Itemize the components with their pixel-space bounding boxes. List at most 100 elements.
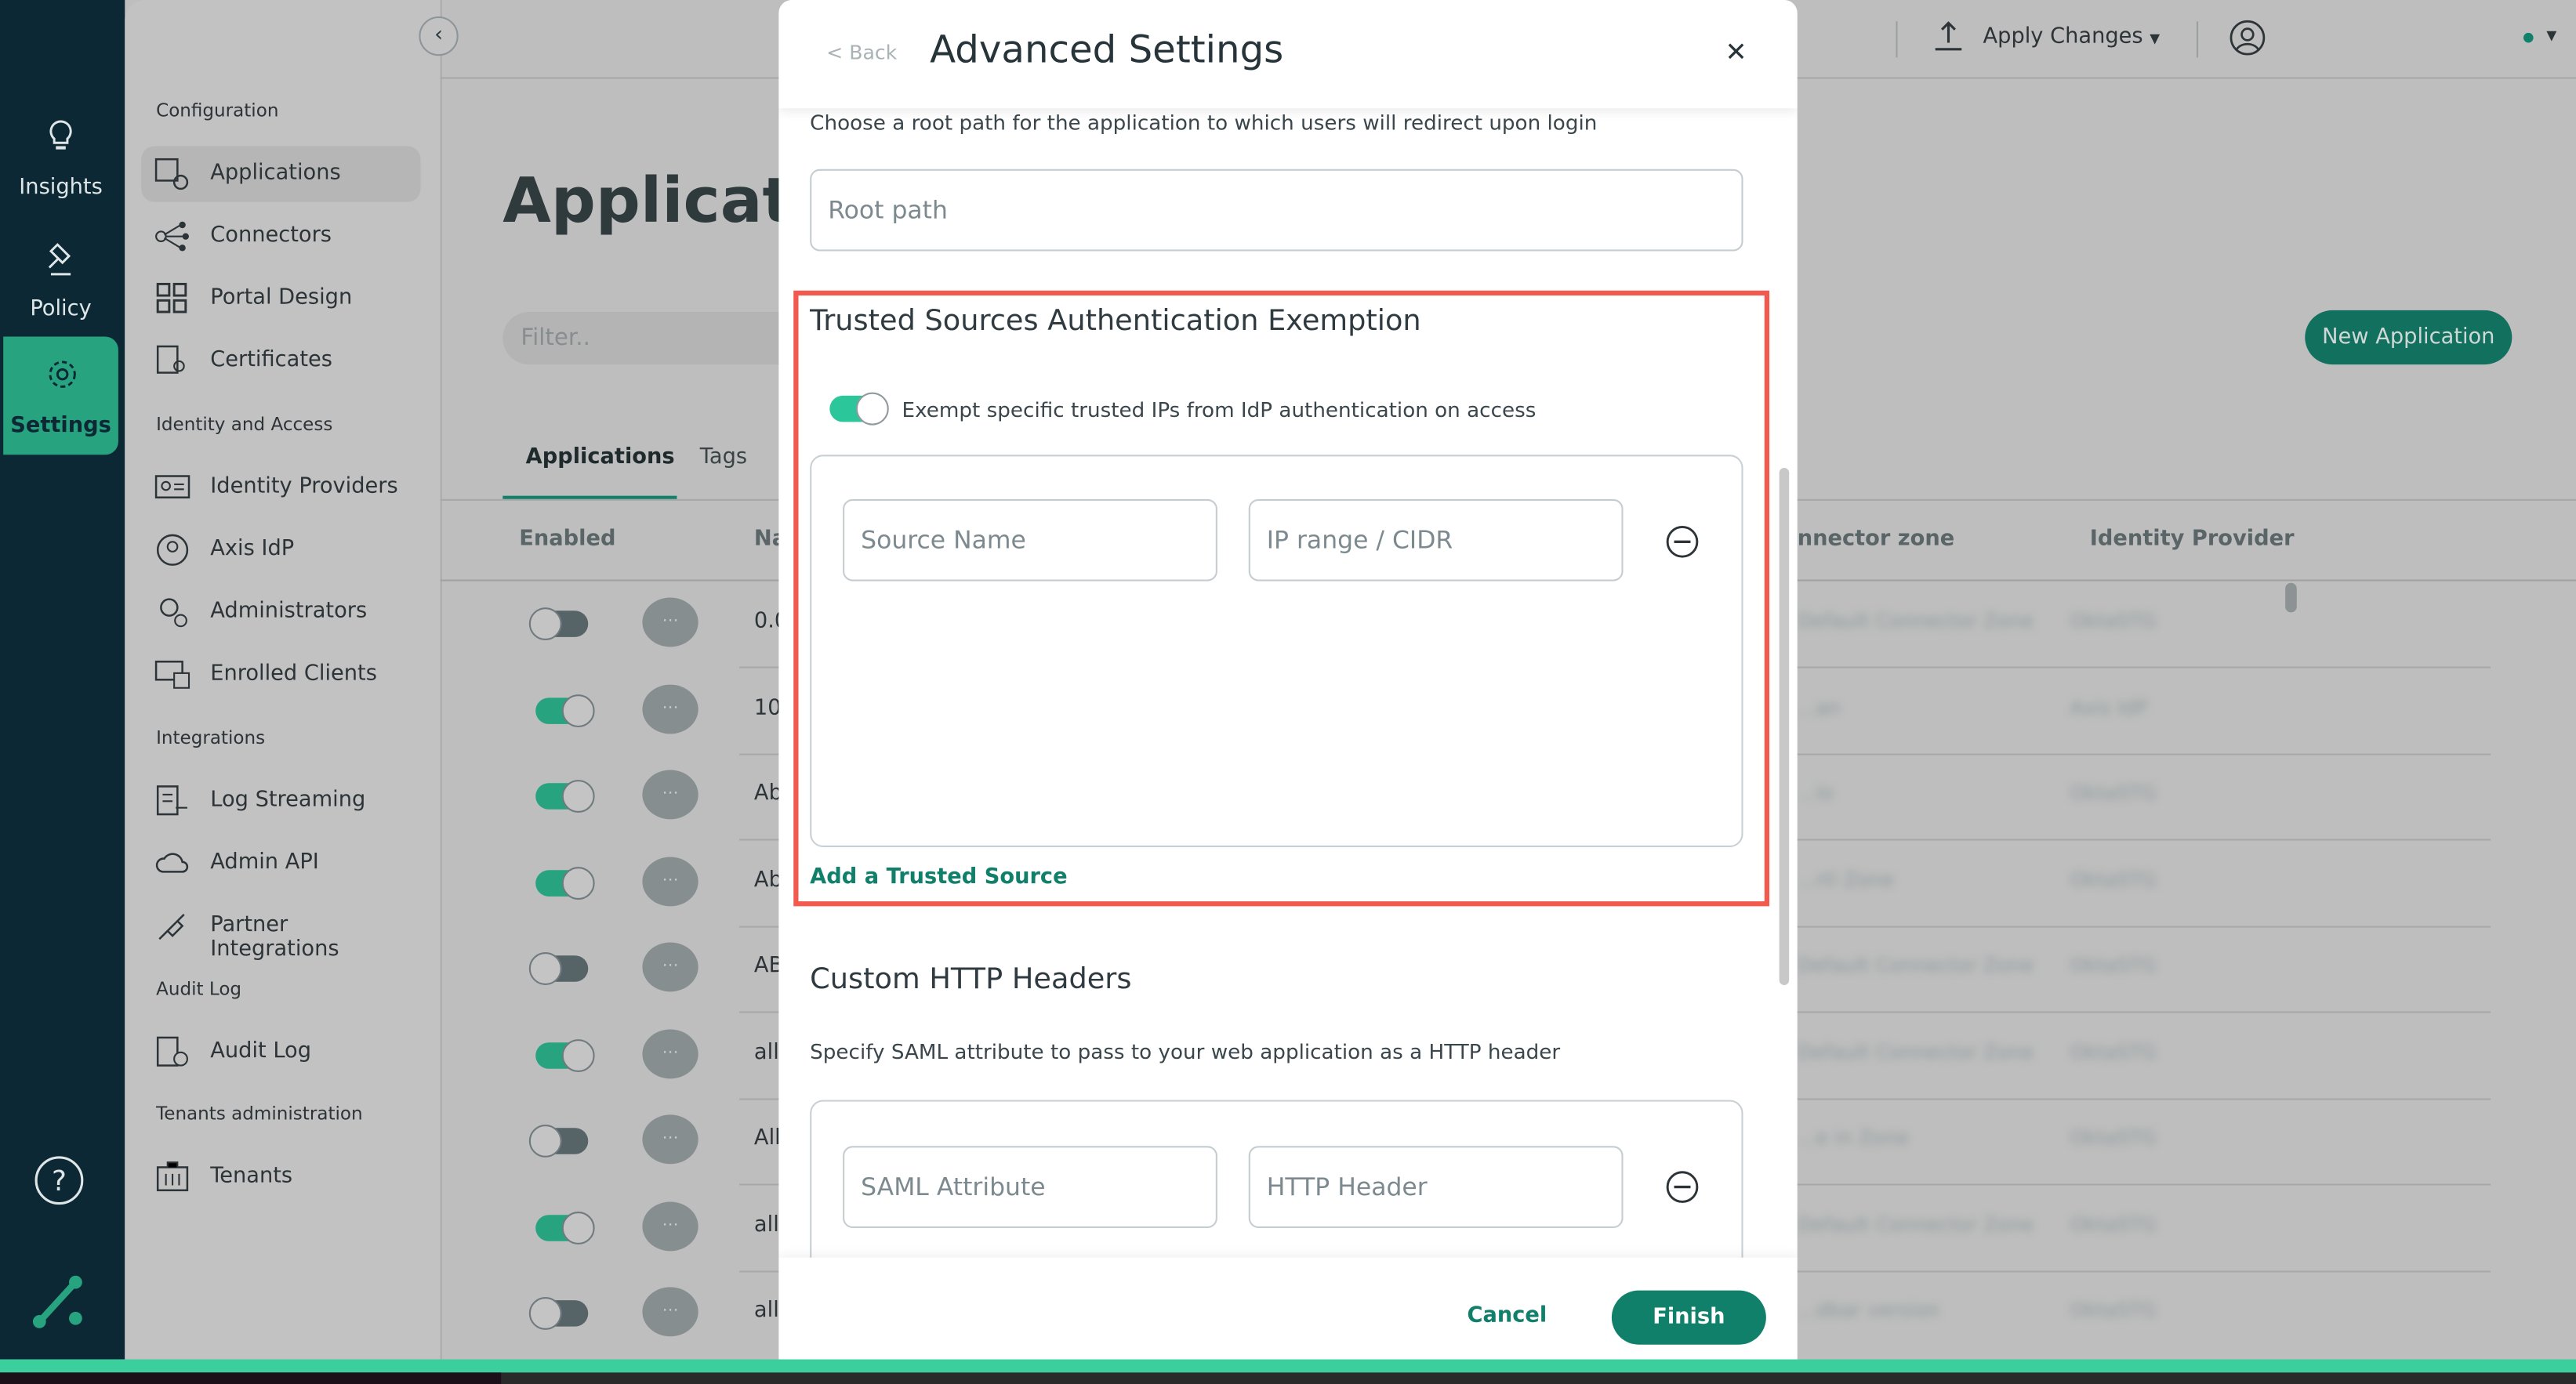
sidebar-item-applications[interactable]: Applications xyxy=(141,146,421,202)
app-connector-zone: ...e in Zone xyxy=(1797,1126,1910,1150)
section-identity-access: Identity and Access xyxy=(156,413,333,436)
app-connector-zone: Default Connector Zone xyxy=(1797,1040,2034,1063)
code-icon: ⋯ xyxy=(642,1201,698,1251)
nav-label: Tenants xyxy=(210,1164,293,1189)
sidebar-item-administrators[interactable]: Administrators xyxy=(141,585,420,640)
brand-logo-icon xyxy=(32,1275,82,1328)
close-icon[interactable]: ✕ xyxy=(1725,36,1747,67)
admin-icon xyxy=(160,598,187,628)
tab-applications[interactable]: Applications xyxy=(526,445,675,469)
app-name[interactable]: all xyxy=(754,1299,779,1323)
rail-item-policy[interactable]: Policy xyxy=(3,220,118,339)
section-configuration: Configuration xyxy=(156,100,279,122)
app-enabled-toggle[interactable] xyxy=(528,1296,589,1330)
sidebar-item-audit-log[interactable]: Audit Log xyxy=(141,1024,420,1080)
sidebar-item-certificates[interactable]: Certificates xyxy=(141,333,420,389)
placeholder: HTTP Header xyxy=(1266,1172,1428,1202)
root-path-input[interactable]: Root path xyxy=(810,168,1743,252)
browser-icon: ⋯ xyxy=(642,856,698,906)
column-identity-provider[interactable]: Identity Provider xyxy=(2090,527,2295,551)
devices-icon xyxy=(154,660,190,689)
sidebar-item-enrolled-clients[interactable]: Enrolled Clients xyxy=(141,647,420,702)
add-trusted-source-link[interactable]: Add a Trusted Source xyxy=(810,865,1067,889)
app-connector-zone: ...rtl Zone xyxy=(1797,868,1894,891)
caret-down-icon: ▼ xyxy=(2150,31,2161,46)
column-enabled[interactable]: Enabled xyxy=(519,527,615,551)
app-enabled-toggle[interactable] xyxy=(528,1125,589,1158)
column-connector-zone[interactable]: nnector zone xyxy=(1798,527,1955,551)
http-header-input[interactable]: HTTP Header xyxy=(1248,1146,1624,1228)
app-name[interactable]: all xyxy=(754,1212,779,1237)
help-icon[interactable]: ? xyxy=(33,1154,85,1207)
nav-label: Admin API xyxy=(210,850,319,875)
app-enabled-toggle[interactable] xyxy=(535,780,595,813)
placeholder: Source Name xyxy=(861,525,1026,556)
rail-label: Insights xyxy=(19,176,103,201)
app-enabled-toggle[interactable] xyxy=(535,1210,595,1244)
user-circle-icon xyxy=(156,534,189,566)
sidebar-item-partner-integrations[interactable]: Partner Integrations xyxy=(141,898,420,962)
source-name-input[interactable]: Source Name xyxy=(843,498,1217,581)
log-icon xyxy=(156,785,187,816)
saml-attribute-input[interactable]: SAML Attribute xyxy=(843,1146,1217,1228)
tab-tags[interactable]: Tags xyxy=(700,445,747,469)
trusted-toggle-label: Exempt specific trusted IPs from IdP aut… xyxy=(902,397,1537,422)
network-icon: ⋯ xyxy=(642,597,698,647)
app-enabled-toggle[interactable] xyxy=(528,607,589,641)
code-icon: ⋯ xyxy=(642,1287,698,1337)
app-identity-provider: OktaSTG xyxy=(2070,1299,2157,1322)
app-identity-provider: OktaSTG xyxy=(2070,609,2157,632)
grid-icon xyxy=(156,282,187,313)
sidebar-item-log-streaming[interactable]: Log Streaming xyxy=(141,774,420,829)
sidebar-item-portal-design[interactable]: Portal Design xyxy=(141,271,420,327)
caret-down-icon[interactable]: ▼ xyxy=(2546,28,2556,43)
app-connector-zone: Default Connector Zone xyxy=(1797,954,2034,977)
root-path-description: Choose a root path for the application t… xyxy=(810,110,1598,135)
placeholder: SAML Attribute xyxy=(861,1172,1046,1202)
modal-scrollbar[interactable] xyxy=(1779,468,1790,985)
rail-item-settings[interactable]: Settings xyxy=(3,336,118,455)
gear-icon xyxy=(49,360,76,388)
app-name[interactable]: 10 xyxy=(754,695,782,719)
sidebar-item-axis-idp[interactable]: Axis IdP xyxy=(141,522,420,578)
ip-range-input[interactable]: IP range / CIDR xyxy=(1248,498,1624,581)
trusted-sources-toggle[interactable] xyxy=(829,392,889,426)
app-name[interactable]: All xyxy=(754,1126,781,1150)
app-identity-provider: OktaSTG xyxy=(2070,1126,2157,1150)
section-integrations: Integrations xyxy=(156,727,266,749)
app-enabled-toggle[interactable] xyxy=(535,1038,595,1071)
nav-label: Partner Integrations xyxy=(210,912,339,962)
user-account-icon[interactable] xyxy=(2230,20,2266,56)
app-enabled-toggle[interactable] xyxy=(535,694,595,726)
nav-label: Applications xyxy=(210,161,341,186)
id-card-icon xyxy=(154,475,190,499)
rail-item-insights[interactable]: Insights xyxy=(3,99,118,217)
modal-footer: Cancel Finish xyxy=(778,1257,1798,1360)
filter-placeholder: Filter.. xyxy=(521,324,590,352)
custom-headers-description: Specify SAML attribute to pass to your w… xyxy=(810,1039,1561,1064)
nav-label: Axis IdP xyxy=(210,537,295,562)
app-identity-provider: OktaSTG xyxy=(2070,868,2157,891)
cloud-api-icon xyxy=(155,853,189,873)
app-enabled-toggle[interactable] xyxy=(535,866,595,899)
app-name[interactable]: all xyxy=(754,1040,779,1064)
remove-header-icon[interactable] xyxy=(1664,1169,1700,1205)
sidebar-item-admin-api[interactable]: Admin API xyxy=(141,835,420,891)
app-connector-zone: ...dbar version xyxy=(1797,1299,1940,1322)
plug-icon xyxy=(158,913,185,940)
nav-label: Portal Design xyxy=(210,285,353,310)
new-application-button[interactable]: New Application xyxy=(2305,310,2513,365)
cancel-button[interactable]: Cancel xyxy=(1467,1303,1547,1328)
finish-button[interactable]: Finish xyxy=(1611,1290,1766,1345)
remove-source-icon[interactable] xyxy=(1664,524,1700,560)
sidebar-item-connectors[interactable]: Connectors xyxy=(141,208,420,264)
app-enabled-toggle[interactable] xyxy=(528,952,589,985)
nav-label: Log Streaming xyxy=(210,788,366,813)
back-link[interactable]: < Back xyxy=(826,41,897,63)
sidebar-item-identity-providers[interactable]: Identity Providers xyxy=(141,460,420,516)
sidebar-item-tenants[interactable]: Tenants xyxy=(141,1149,420,1205)
custom-headers-title: Custom HTTP Headers xyxy=(810,963,1132,997)
table-scrollbar[interactable] xyxy=(2285,582,2297,613)
app-identity-provider: Axis IdP xyxy=(2070,695,2148,719)
apply-changes-button[interactable]: Apply Changes ▼ xyxy=(1983,24,2161,49)
